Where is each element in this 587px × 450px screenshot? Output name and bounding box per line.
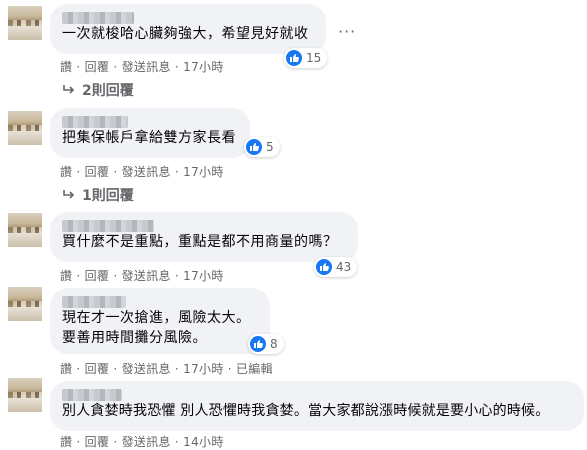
comment-bubble: 別人貪婪時我恐懼 別人恐懼時我貪婪。當大家都說漲時候就是要小心的時候。 [50, 381, 584, 431]
send-message-link[interactable]: 發送訊息 [122, 435, 171, 449]
commenter-name-redacted[interactable] [62, 12, 134, 24]
thumbs-up-icon [286, 50, 302, 66]
comment-bubble: 把集保帳戶拿給雙方家長看 [50, 108, 250, 158]
reply-arrow-icon [63, 85, 75, 94]
comment-actions: 讚 · 回覆 · 發送訊息 · 17小時 [60, 269, 224, 283]
edited-label[interactable]: 已編輯 [236, 362, 273, 376]
more-options-icon[interactable]: ··· [338, 22, 356, 41]
reaction-count: 8 [270, 337, 278, 351]
replies-label: 1則回覆 [82, 188, 134, 204]
avatar[interactable] [8, 6, 42, 40]
reaction-count-badge[interactable]: 8 [248, 334, 284, 354]
like-link[interactable]: 讚 [60, 435, 72, 449]
commenter-name-redacted[interactable] [62, 296, 126, 308]
commenter-name-redacted[interactable] [62, 116, 128, 128]
timestamp[interactable]: 17小時 [183, 269, 223, 283]
view-replies-link[interactable]: 1則回覆 [62, 185, 134, 205]
comment-actions: 讚 · 回覆 · 發送訊息 · 17小時 · 已編輯 [60, 362, 273, 376]
timestamp[interactable]: 17小時 [183, 60, 223, 74]
commenter-name-redacted[interactable] [62, 220, 154, 232]
avatar[interactable] [8, 111, 42, 145]
reaction-count: 5 [266, 140, 274, 154]
like-link[interactable]: 讚 [60, 60, 72, 74]
send-message-link[interactable]: 發送訊息 [122, 60, 171, 74]
send-message-link[interactable]: 發送訊息 [122, 362, 171, 376]
reply-arrow-icon [63, 190, 75, 199]
send-message-link[interactable]: 發送訊息 [122, 269, 171, 283]
avatar[interactable] [8, 378, 42, 412]
reaction-count: 15 [306, 51, 322, 65]
reply-link[interactable]: 回覆 [85, 165, 110, 179]
timestamp[interactable]: 17小時 [183, 165, 223, 179]
timestamp[interactable]: 14小時 [183, 435, 223, 449]
timestamp[interactable]: 17小時 [183, 362, 223, 376]
comment-text: 把集保帳戶拿給雙方家長看 [62, 130, 236, 146]
comment-bubble: 買什麼不是重點，重點是都不用商量的嗎？ [50, 212, 358, 262]
avatar[interactable] [8, 287, 42, 321]
comment-actions: 讚 · 回覆 · 發送訊息 · 17小時 [60, 165, 224, 179]
view-replies-link[interactable]: 2則回覆 [62, 80, 134, 100]
reply-link[interactable]: 回覆 [85, 362, 110, 376]
comment-text-line: 現在才一次搶進，風險太大。 [62, 310, 251, 326]
comment-actions: 讚 · 回覆 · 發送訊息 · 14小時 [60, 435, 224, 449]
reaction-count: 43 [336, 260, 352, 274]
comment-text: 別人貪婪時我恐懼 別人恐懼時我貪婪。當大家都說漲時候就是要小心的時候。 [62, 403, 550, 419]
thumbs-up-icon [316, 259, 332, 275]
reaction-count-badge[interactable]: 43 [314, 257, 358, 277]
like-link[interactable]: 讚 [60, 165, 72, 179]
comment-text: 一次就梭哈心臟夠強大，希望見好就收 [62, 26, 309, 42]
like-link[interactable]: 讚 [60, 269, 72, 283]
comment-text-line: 要善用時間攤分風險。 [62, 330, 207, 346]
reply-link[interactable]: 回覆 [85, 269, 110, 283]
replies-label: 2則回覆 [82, 83, 134, 99]
comment-actions: 讚 · 回覆 · 發送訊息 · 17小時 [60, 60, 224, 74]
reaction-count-badge[interactable]: 15 [284, 48, 328, 68]
thumbs-up-icon [250, 336, 266, 352]
avatar[interactable] [8, 213, 42, 247]
like-link[interactable]: 讚 [60, 362, 72, 376]
comment-bubble: 現在才一次搶進，風險太大。 要善用時間攤分風險。 [50, 288, 270, 354]
send-message-link[interactable]: 發送訊息 [122, 165, 171, 179]
reply-link[interactable]: 回覆 [85, 435, 110, 449]
thumbs-up-icon [246, 139, 262, 155]
reaction-count-badge[interactable]: 5 [244, 137, 280, 157]
comment-text: 買什麼不是重點，重點是都不用商量的嗎？ [62, 234, 338, 250]
commenter-name-redacted[interactable] [62, 389, 122, 401]
reply-link[interactable]: 回覆 [85, 60, 110, 74]
comment-bubble: 一次就梭哈心臟夠強大，希望見好就收 [50, 4, 326, 54]
